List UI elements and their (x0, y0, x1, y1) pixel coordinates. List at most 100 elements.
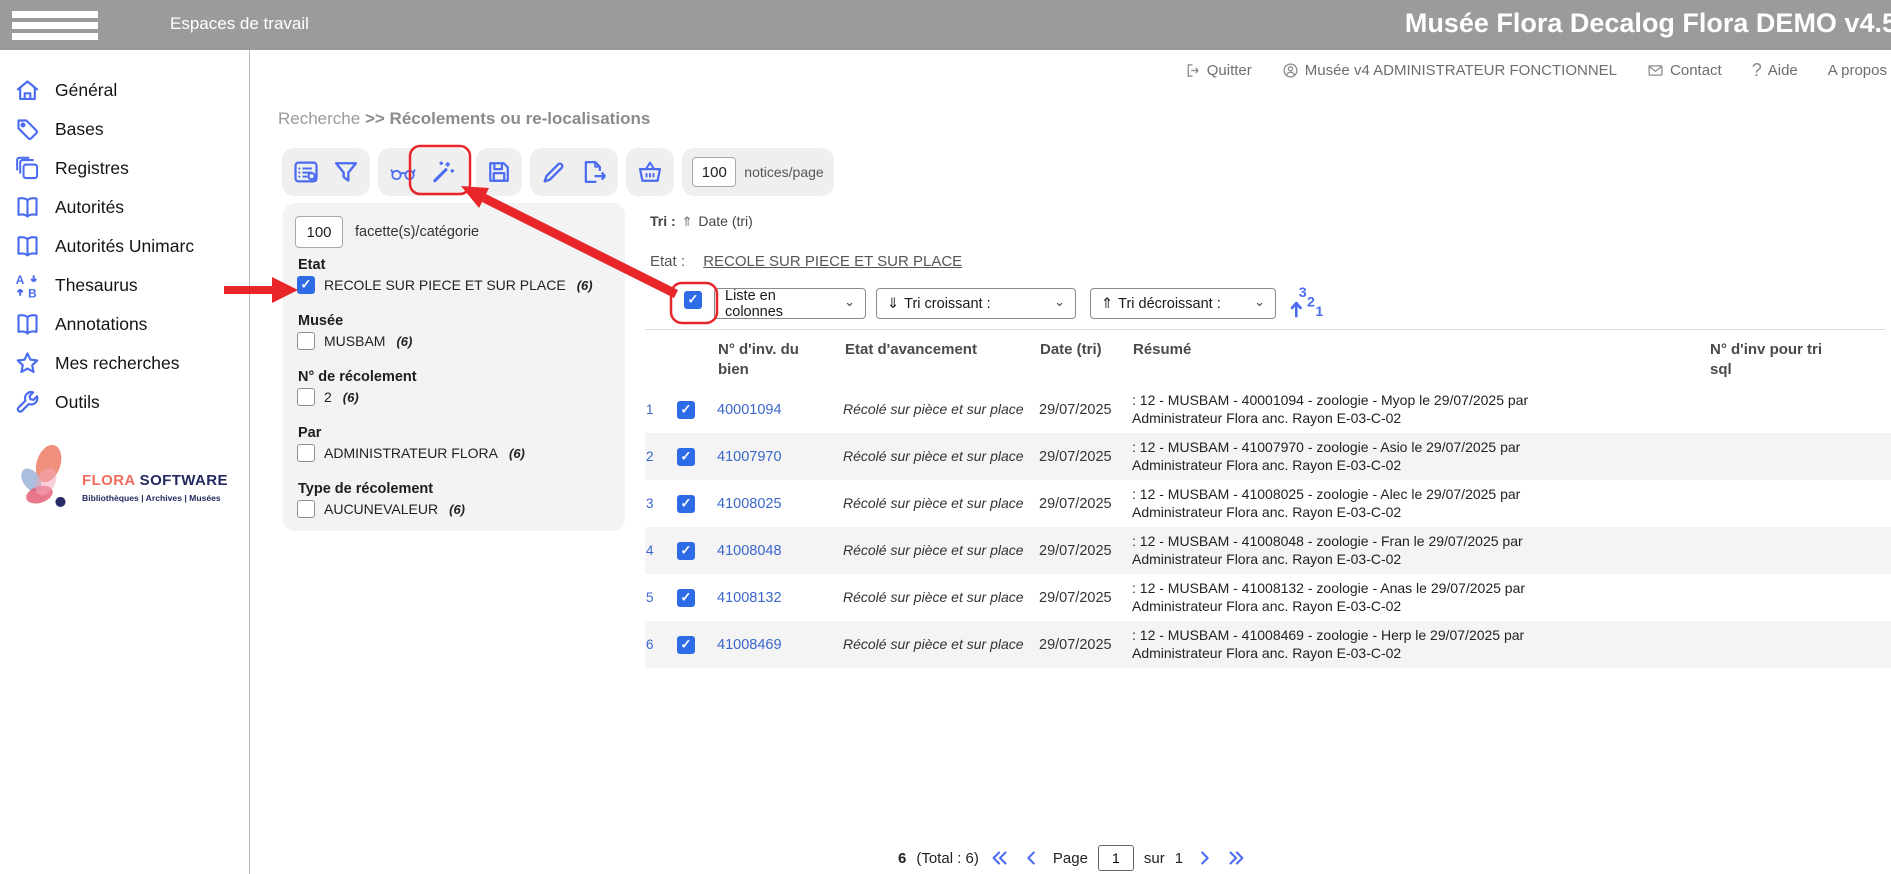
sidebar: Général Bases Registres Autorités Autori… (0, 50, 250, 874)
inventory-number-link[interactable]: 41008025 (717, 480, 827, 527)
inventory-number-link[interactable]: 41008048 (717, 527, 827, 574)
up-arrow-icon: ⇑ (1101, 296, 1118, 312)
workspace-label[interactable]: Espaces de travail (170, 14, 309, 34)
about-link[interactable]: A propos (1828, 62, 1887, 79)
sort-descending-select[interactable]: ⇑ Tri décroissant : ⌄ (1090, 288, 1276, 319)
pagination: 6 (Total : 6) Page sur 1 (898, 845, 1247, 871)
row-etat: Récolé sur pièce et sur place (843, 433, 1031, 480)
row-number-link[interactable]: 4 (646, 527, 662, 574)
row-date: 29/07/2025 (1039, 386, 1131, 433)
inventory-number-link[interactable]: 40001094 (717, 386, 827, 433)
row-number-link[interactable]: 5 (646, 574, 662, 621)
row-resume: : 12 - MUSBAM - 41008469 - zoologie - He… (1132, 621, 1572, 668)
sidebar-item-outils[interactable]: Outils (0, 383, 249, 422)
table-row: 4 41008048 Récolé sur pièce et sur place… (645, 527, 1891, 574)
sidebar-item-autorites[interactable]: Autorités (0, 188, 249, 227)
sidebar-item-general[interactable]: Général (0, 71, 249, 110)
table-row: 6 41008469 Récolé sur pièce et sur place… (645, 621, 1891, 668)
facet-checkbox-aucunevaleur[interactable] (297, 500, 315, 518)
select-all-checkbox[interactable] (684, 291, 702, 309)
inventory-number-link[interactable]: 41008132 (717, 574, 827, 621)
quit-link[interactable]: Quitter (1184, 62, 1252, 79)
row-checkbox[interactable] (677, 542, 695, 560)
facet-checkbox-2[interactable] (297, 388, 315, 406)
hamburger-menu-icon[interactable] (12, 11, 98, 40)
sort-up-arrow-icon: ⇑ (680, 214, 695, 229)
edit-pencil-button[interactable] (540, 158, 568, 186)
row-date: 29/07/2025 (1039, 527, 1131, 574)
save-button[interactable] (485, 158, 513, 186)
sidebar-item-autorites-unimarc[interactable]: Autorités Unimarc (0, 227, 249, 266)
facet-count-input[interactable] (295, 216, 343, 248)
svg-text:1: 1 (1315, 304, 1323, 320)
basket-button[interactable] (636, 158, 664, 186)
sidebar-menu: Général Bases Registres Autorités Autori… (0, 71, 249, 422)
column-header-inv-sql: N° d'inv pour tri sql (1710, 340, 1830, 379)
active-filter-value-link[interactable]: RECOLE SUR PIECE ET SUR PLACE (703, 253, 962, 270)
magic-wand-button[interactable] (429, 158, 457, 186)
numeric-sort-icon[interactable]: 321 (1288, 284, 1326, 322)
breadcrumb-page: Récolements ou re-localisations (390, 109, 651, 128)
sidebar-item-registres[interactable]: Registres (0, 149, 249, 188)
row-checkbox[interactable] (677, 448, 695, 466)
toolbar-group-pagesize: notices/page (682, 148, 834, 196)
row-resume: : 12 - MUSBAM - 41007970 - zoologie - As… (1132, 433, 1572, 480)
facet-checkbox-administrateur[interactable] (297, 444, 315, 462)
export-button[interactable] (580, 158, 608, 186)
facet-checkbox-recole[interactable] (297, 276, 315, 294)
last-page-icon[interactable] (1225, 847, 1247, 869)
book-icon (14, 194, 41, 221)
sort-ascending-select[interactable]: ⇓ Tri croissant : ⌄ (876, 288, 1076, 319)
row-checkbox[interactable] (677, 495, 695, 513)
facet-checkbox-musbam[interactable] (297, 332, 315, 350)
previous-page-icon[interactable] (1021, 847, 1043, 869)
chevron-down-icon: ⌄ (1044, 294, 1065, 310)
row-checkbox[interactable] (677, 401, 695, 419)
question-mark-icon: ? (1752, 60, 1762, 81)
facet-group-title-type-recolement: Type de récolement (298, 481, 433, 497)
envelope-icon (1647, 62, 1664, 79)
filter-button[interactable] (332, 158, 360, 186)
wrench-icon (14, 389, 41, 416)
user-icon (1282, 62, 1299, 79)
help-link[interactable]: ? Aide (1752, 60, 1798, 81)
row-date: 29/07/2025 (1039, 480, 1131, 527)
row-checkbox[interactable] (677, 589, 695, 607)
user-account-link[interactable]: Musée v4 ADMINISTRATEUR FONCTIONNEL (1282, 62, 1617, 79)
row-number-link[interactable]: 6 (646, 621, 662, 668)
results-divider (645, 329, 1885, 330)
row-date: 29/07/2025 (1039, 621, 1131, 668)
row-number-link[interactable]: 3 (646, 480, 662, 527)
row-resume: : 12 - MUSBAM - 41008132 - zoologie - An… (1132, 574, 1572, 621)
toolbar-group-view (378, 148, 468, 196)
row-number-link[interactable]: 2 (646, 433, 662, 480)
facet-group-title-num-recolement: N° de récolement (298, 369, 417, 385)
sidebar-item-thesaurus[interactable]: AB Thesaurus (0, 266, 249, 305)
next-page-icon[interactable] (1193, 847, 1215, 869)
preview-glasses-button[interactable] (389, 158, 417, 186)
book-icon (14, 311, 41, 338)
row-date: 29/07/2025 (1039, 574, 1131, 621)
facet-panel: facette(s)/catégorie Etat RECOLE SUR PIE… (283, 203, 625, 531)
first-page-icon[interactable] (989, 847, 1011, 869)
table-row: 2 41007970 Récolé sur pièce et sur place… (645, 433, 1891, 480)
row-date: 29/07/2025 (1039, 433, 1131, 480)
sidebar-item-annotations[interactable]: Annotations (0, 305, 249, 344)
inventory-number-link[interactable]: 41007970 (717, 433, 827, 480)
breadcrumb-section: Recherche (278, 109, 360, 128)
row-number-link[interactable]: 1 (646, 386, 662, 433)
page-size-input[interactable] (692, 157, 736, 187)
page-number-input[interactable] (1098, 845, 1134, 871)
row-etat: Récolé sur pièce et sur place (843, 574, 1031, 621)
result-total: (Total : 6) (916, 850, 979, 867)
sidebar-item-bases[interactable]: Bases (0, 110, 249, 149)
app-title: Musée Flora Decalog Flora DEMO v4.5 (1405, 8, 1891, 39)
results-panel: Tri : ⇑ Date (tri) Etat : RECOLE SUR PIE… (640, 203, 1891, 874)
view-mode-select[interactable]: Liste en colonnes ⌄ (714, 288, 866, 319)
down-arrow-icon: ⇓ (887, 296, 904, 312)
list-view-button[interactable] (292, 158, 320, 186)
inventory-number-link[interactable]: 41008469 (717, 621, 827, 668)
row-checkbox[interactable] (677, 636, 695, 654)
contact-link[interactable]: Contact (1647, 62, 1722, 79)
sidebar-item-mes-recherches[interactable]: Mes recherches (0, 344, 249, 383)
